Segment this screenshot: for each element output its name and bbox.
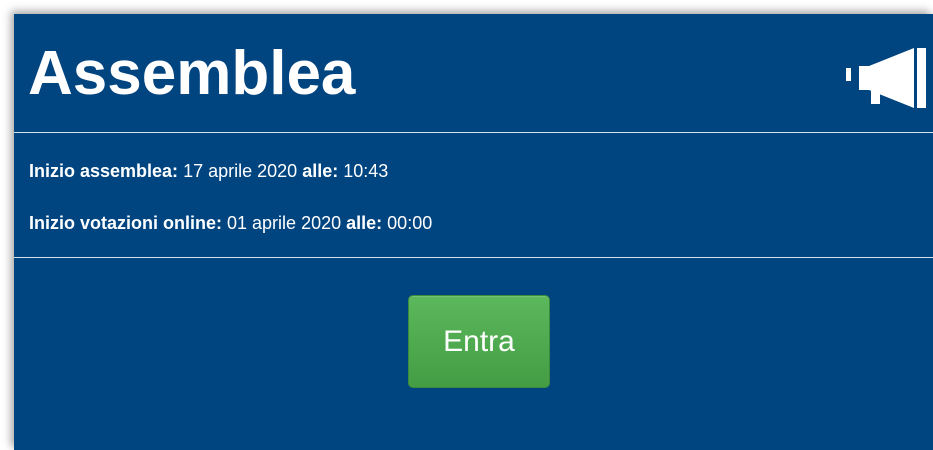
- bottom-divider: [14, 257, 933, 258]
- voting-start-label: Inizio votazioni online:: [29, 213, 222, 233]
- megaphone-icon: [846, 48, 926, 108]
- assembly-start-time: 10:43: [343, 161, 389, 181]
- voting-start-time-label: alle:: [346, 213, 383, 233]
- enter-button[interactable]: Entra: [408, 295, 550, 388]
- assembly-start-line: Inizio assemblea: 17 aprile 2020 alle: 1…: [29, 160, 388, 182]
- assembly-start-date: 17 aprile 2020: [183, 161, 298, 181]
- voting-start-line: Inizio votazioni online: 01 aprile 2020 …: [29, 212, 432, 234]
- assembly-start-label: Inizio assemblea:: [29, 161, 179, 181]
- panel-header: Assemblea: [14, 14, 933, 132]
- page-title: Assemblea: [28, 39, 356, 108]
- voting-start-time: 00:00: [387, 213, 433, 233]
- voting-start-date: 01 aprile 2020: [227, 213, 342, 233]
- assembly-start-time-label: alle:: [302, 161, 339, 181]
- top-divider: [14, 132, 933, 133]
- assembly-panel: Assemblea Inizio assemblea: 17 aprile 20…: [14, 14, 933, 450]
